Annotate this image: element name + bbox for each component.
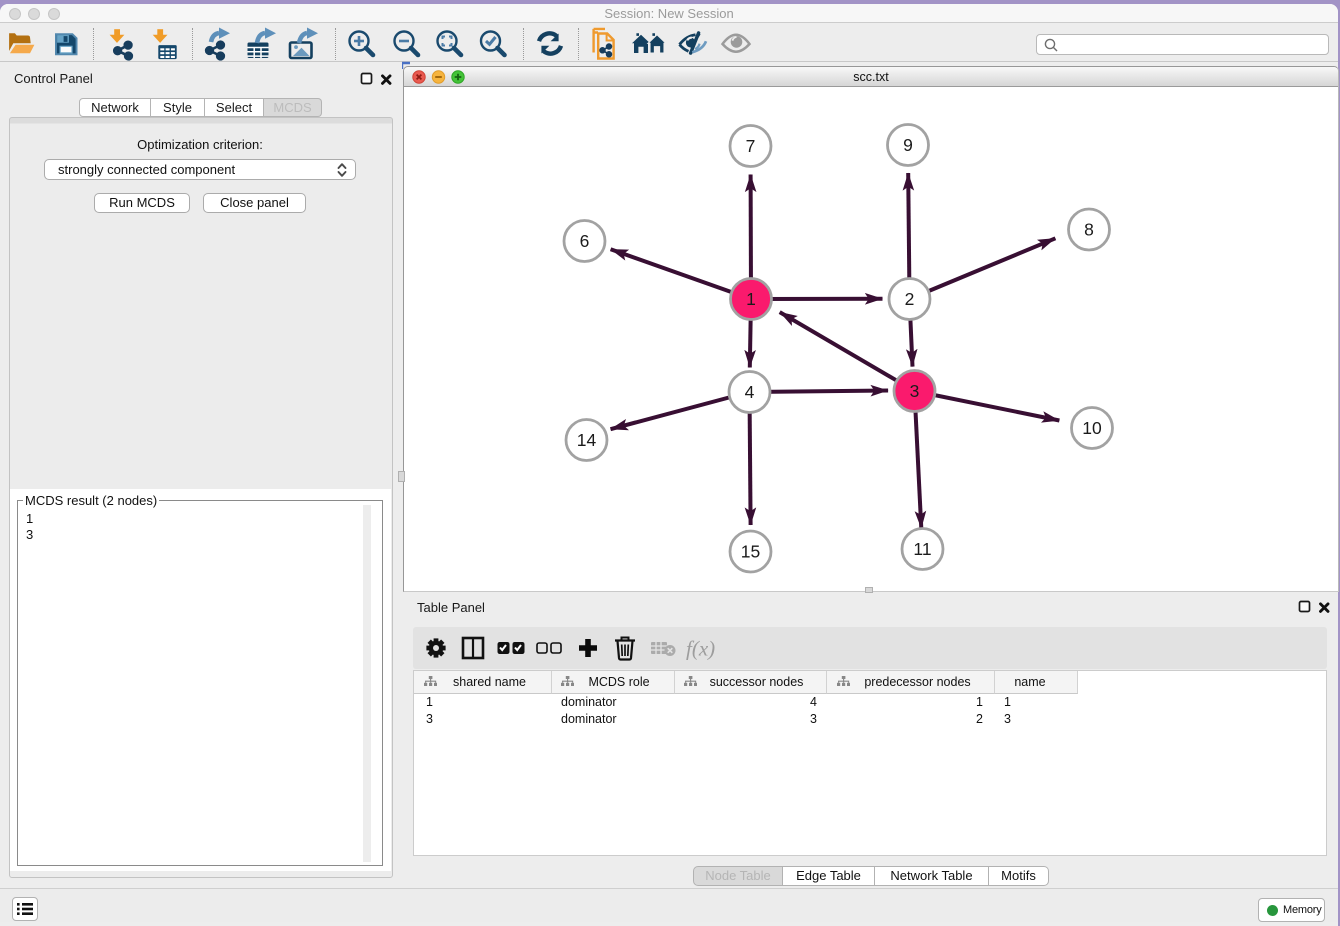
svg-text:2: 2 [905,289,915,309]
svg-text:10: 10 [1082,418,1102,438]
svg-text:14: 14 [577,430,597,450]
svg-text:6: 6 [580,231,590,251]
svg-text:11: 11 [913,539,931,559]
svg-text:9: 9 [903,135,913,155]
svg-text:8: 8 [1084,220,1094,240]
svg-text:7: 7 [746,136,756,156]
svg-text:f(x): f(x) [686,637,715,661]
svg-text:4: 4 [745,382,755,402]
svg-text:3: 3 [910,381,920,401]
svg-text:15: 15 [741,542,760,562]
svg-text:1: 1 [746,289,756,309]
